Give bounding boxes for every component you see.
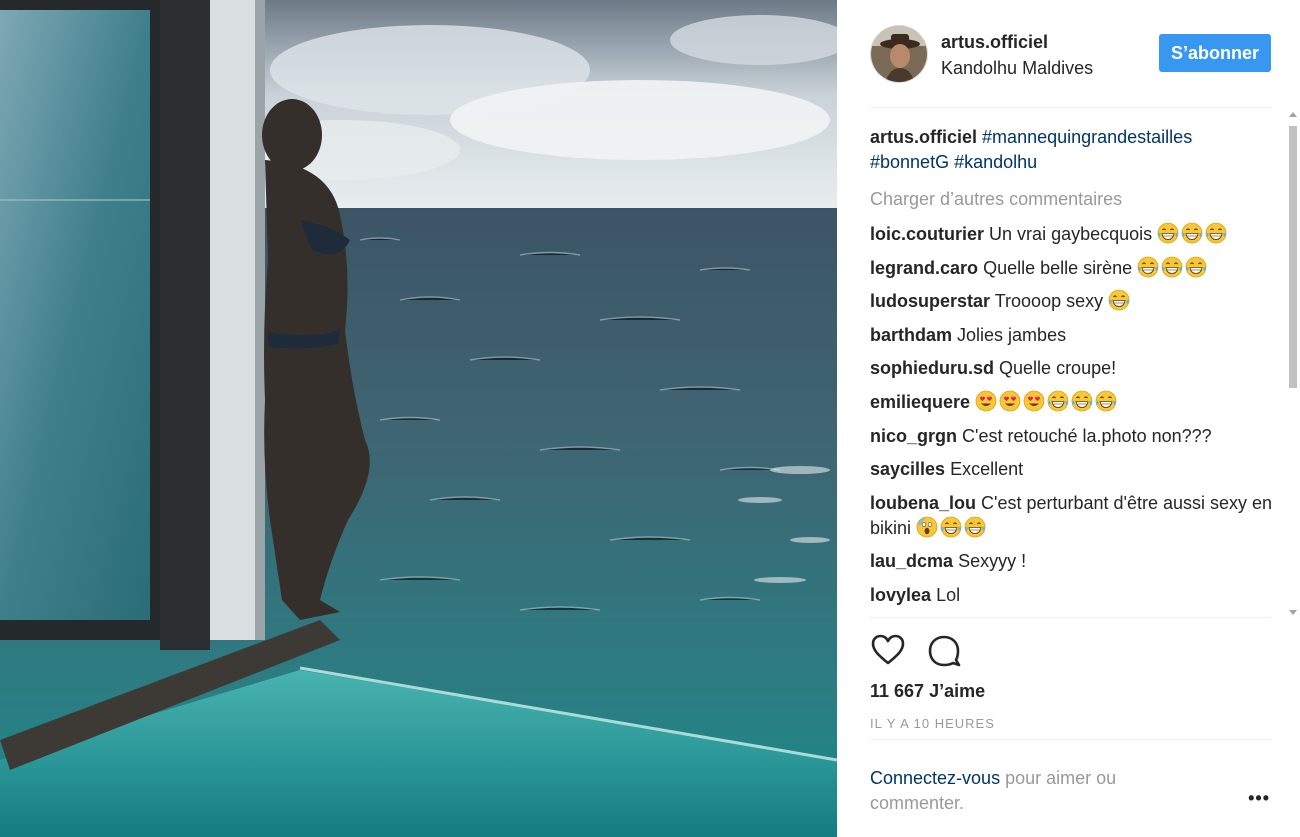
more-options-icon[interactable]: ••• — [1248, 788, 1270, 809]
comment-bubble-icon[interactable] — [926, 632, 962, 668]
comment-item: lovylea Lol — [870, 583, 1280, 608]
tears-of-joy-emoji-icon — [1095, 390, 1117, 412]
comment-text: C'est retouché la.photo non??? — [962, 425, 1212, 446]
comment-username[interactable]: lau_dcma — [870, 551, 953, 571]
scream-emoji-icon — [916, 516, 938, 538]
comment-item: saycilles Excellent — [870, 457, 1280, 482]
tears-of-joy-emoji-icon — [1205, 222, 1227, 244]
caption-username[interactable]: artus.officiel — [870, 127, 977, 147]
post-actions: 11 667 J’aime IL Y A 10 HEURES — [870, 617, 1271, 740]
scroll-up-arrow-icon[interactable] — [1289, 112, 1297, 117]
comment-text: Quelle croupe! — [999, 358, 1117, 379]
avatar-image — [871, 26, 927, 82]
hashtag-link[interactable]: #mannequingrandestailles — [982, 127, 1192, 147]
post-caption: artus.officiel #mannequingrandestailles … — [870, 125, 1280, 175]
comment-item: nico_grgn C'est retouché la.photo non??? — [870, 424, 1280, 449]
photo-image — [0, 0, 837, 837]
comment-username[interactable]: ludosuperstar — [870, 291, 990, 311]
heart-eyes-emoji-icon — [1023, 390, 1045, 412]
follow-button[interactable]: S’abonner — [1158, 34, 1271, 72]
tears-of-joy-emoji-icon — [1108, 289, 1130, 311]
comment-text: Jolies jambes — [957, 324, 1067, 345]
post-details-panel: artus.officiel Kandolhu Maldives S’abonn… — [837, 0, 1300, 837]
comment-item: barthdam Jolies jambes — [870, 323, 1280, 348]
load-more-comments-link[interactable]: Charger d’autres commentaires — [870, 187, 1122, 212]
tears-of-joy-emoji-icon — [940, 516, 962, 538]
comments-list[interactable]: artus.officiel #mannequingrandestailles … — [870, 114, 1280, 617]
comment-text: Un vrai gaybecquois — [989, 224, 1153, 244]
comment-item: sophieduru.sd Quelle croupe! — [870, 356, 1280, 381]
tears-of-joy-emoji-icon — [1047, 390, 1069, 412]
tears-of-joy-emoji-icon — [1161, 256, 1183, 277]
heart-eyes-emoji-icon — [975, 390, 997, 412]
likes-count[interactable]: 11 667 J’aime — [870, 681, 985, 702]
comment-username[interactable]: lovylea — [870, 585, 931, 605]
comment-item: loubena_lou C'est perturbant d'être auss… — [870, 491, 1280, 541]
comment-text: Lol — [936, 584, 961, 605]
post-timestamp[interactable]: IL Y A 10 HEURES — [870, 716, 995, 731]
comment-username[interactable]: loubena_lou — [870, 493, 976, 513]
hashtag-link[interactable]: #kandolhu — [954, 152, 1037, 172]
login-prompt: Connectez-vous pour aimer ou commenter. — [870, 766, 1200, 816]
comment-username[interactable]: saycilles — [870, 459, 945, 479]
heart-eyes-emoji-icon — [999, 390, 1021, 412]
comment-item: lau_dcma Sexyyy ! — [870, 549, 1280, 574]
tears-of-joy-emoji-icon — [964, 516, 986, 538]
comment-text: Troooop sexy — [994, 291, 1104, 312]
comment-item: emiliequere — [870, 390, 1280, 415]
login-link[interactable]: Connectez-vous — [870, 768, 1000, 788]
post-header: artus.officiel Kandolhu Maldives S’abonn… — [870, 22, 1271, 108]
comment-username[interactable]: emiliequere — [870, 392, 970, 412]
comment-text: Excellent — [950, 459, 1024, 480]
comment-username[interactable]: legrand.caro — [870, 258, 978, 278]
comment-item: legrand.caro Quelle belle sirène — [870, 256, 1280, 281]
tears-of-joy-emoji-icon — [1071, 390, 1093, 412]
heart-outline-icon[interactable] — [870, 632, 906, 668]
tears-of-joy-emoji-icon — [1185, 256, 1207, 277]
comment-username[interactable]: barthdam — [870, 325, 952, 345]
comment-username[interactable]: nico_grgn — [870, 426, 957, 446]
tears-of-joy-emoji-icon — [1181, 222, 1203, 244]
scroll-thumb[interactable] — [1289, 126, 1297, 388]
scroll-down-arrow-icon[interactable] — [1289, 610, 1297, 615]
comments-scrollbar[interactable] — [1286, 108, 1300, 617]
comment-item: ludosuperstar Troooop sexy — [870, 289, 1280, 314]
header-location[interactable]: Kandolhu Maldives — [941, 58, 1093, 79]
header-username[interactable]: artus.officiel — [941, 32, 1048, 53]
comment-username[interactable]: loic.couturier — [870, 224, 984, 244]
tears-of-joy-emoji-icon — [1157, 222, 1179, 244]
comment-text: Sexyyy ! — [958, 551, 1027, 572]
post-photo[interactable] — [0, 0, 837, 837]
avatar[interactable] — [870, 25, 928, 83]
comment-text: Quelle belle sirène — [983, 257, 1133, 278]
comment-username[interactable]: sophieduru.sd — [870, 358, 994, 378]
tears-of-joy-emoji-icon — [1137, 256, 1159, 277]
hashtag-link[interactable]: #bonnetG — [870, 152, 949, 172]
comment-item: loic.couturier Un vrai gaybecquois — [870, 222, 1280, 247]
